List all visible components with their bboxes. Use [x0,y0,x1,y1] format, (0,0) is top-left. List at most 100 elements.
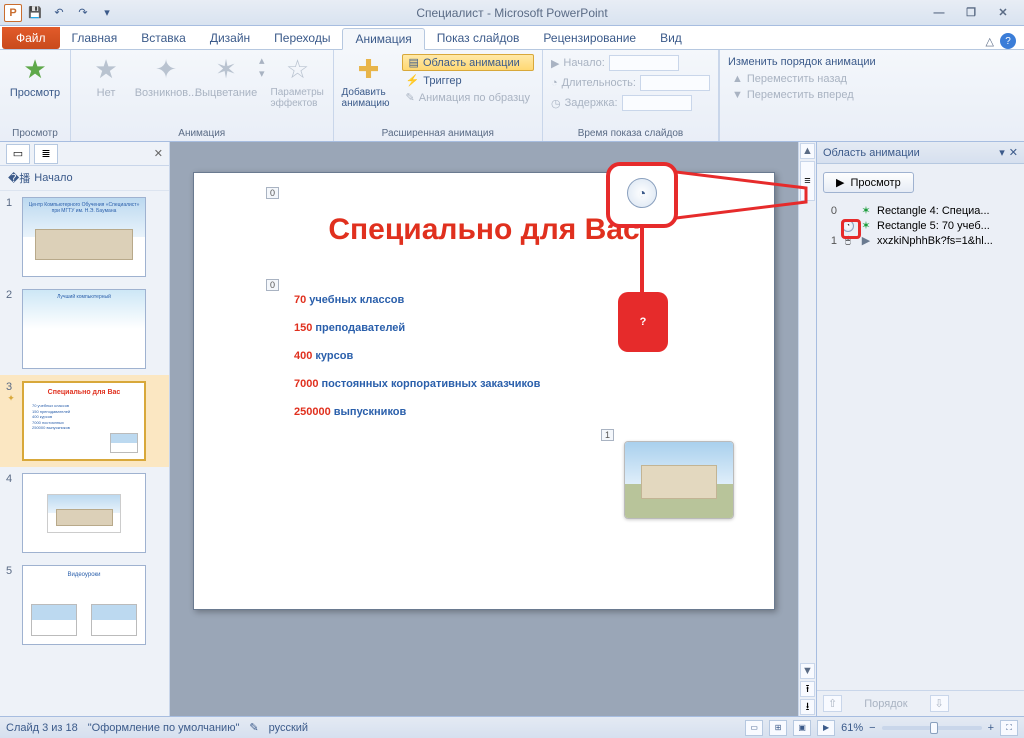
thumbnail-1[interactable]: 1 Центр Компьютерного Обучения «Специали… [0,191,169,283]
pane-dropdown-icon[interactable]: ▾ [999,146,1005,159]
scroll-down[interactable]: ▼ [800,663,815,679]
group-animation: ★Нет ✦Возникнов... ✶Выцветание ▴▾ ☆Парам… [71,50,334,141]
zoom-level: 61% [841,722,863,734]
qat-dropdown[interactable]: ▾ [96,2,118,24]
save-button[interactable]: 💾 [24,2,46,24]
anim-appear[interactable]: ✦Возникнов... [139,54,193,99]
normal-view-button[interactable]: ▭ [745,720,763,736]
group-timing: ▶Начало: ◔Длительность: ◷Задержка: Время… [543,50,719,141]
animation-pane-button[interactable]: ▤Область анимации [402,54,534,71]
vertical-scrollbar[interactable]: ▲ ≡ ▼ ⭱ ⭳ [798,142,816,716]
status-language[interactable]: русский [269,722,308,734]
preview-button[interactable]: ★ Просмотр [8,54,62,99]
zoom-out-button[interactable]: − [869,722,875,734]
tab-insert[interactable]: Вставка [129,27,198,49]
sorter-view-button[interactable]: ⊞ [769,720,787,736]
media-icon: ▶ [862,234,870,247]
group-label: Просмотр [8,126,62,139]
move-forward[interactable]: ▼ Переместить вперед [728,88,876,102]
play-icon: ▶ [836,176,844,189]
anim-order-tag[interactable]: 1 [601,429,614,441]
slides-tab-icon[interactable]: ▭ [6,144,30,164]
thumbnail-list[interactable]: 1 Центр Компьютерного Обучения «Специали… [0,191,169,716]
outline-tabs: ▭ ≣ ✕ [0,142,169,166]
slide-body: 70 учебных классов 150 преподавателей 40… [294,287,774,421]
ribbon-minimize-icon[interactable]: △ [986,35,994,48]
pane-icon: ▤ [409,56,419,69]
undo-button[interactable]: ↶ [48,2,70,24]
outline-tab-icon[interactable]: ≣ [34,144,58,164]
redo-button[interactable]: ↷ [72,2,94,24]
zoom-slider[interactable] [882,726,982,730]
file-tab[interactable]: Файл [2,27,60,49]
section-header[interactable]: �播 Начало [0,166,169,191]
animation-pane-body: ▶ Просмотр 0 ✶ Rectangle 4: Специа... ◔ … [817,164,1024,690]
animation-pane-footer: ⇧ Порядок ⇩ [817,690,1024,716]
quick-access-toolbar: P 💾 ↶ ↷ ▾ [0,2,118,24]
reorder-down[interactable]: ⇩ [930,695,949,712]
reading-view-button[interactable]: ▣ [793,720,811,736]
anim-fade[interactable]: ✶Выцветание [199,54,253,99]
fit-window-button[interactable]: ⛶ [1000,720,1018,736]
star-icon: ★ [94,54,117,85]
animation-badge-icon: ✦ [7,393,15,404]
main-area: ▭ ≣ ✕ �播 Начало 1 Центр Компьютерного Об… [0,142,1024,716]
group-advanced-animation: ✚Добавить анимацию ▤Область анимации ⚡Тр… [334,50,543,141]
effect-options[interactable]: ☆Параметры эффектов [271,54,325,109]
animation-item-0[interactable]: 0 ✶ Rectangle 4: Специа... [823,203,1018,218]
slideshow-view-button[interactable]: ▶ [817,720,835,736]
minimize-button[interactable]: — [926,5,952,21]
slide[interactable]: 0 Специально для Вас 0 70 учебных классо… [193,172,775,610]
thumbnail-2[interactable]: 2 Лучший компьютерный [0,283,169,375]
group-label: Расширенная анимация [342,126,534,139]
duration-input[interactable] [640,75,710,91]
thumbnail-5[interactable]: 5 Видеоуроки [0,559,169,651]
anim-order-tag[interactable]: 0 [266,279,279,291]
trigger-button[interactable]: ⚡Триггер [402,73,534,88]
tab-design[interactable]: Дизайн [198,27,262,49]
reorder-up[interactable]: ⇧ [823,695,842,712]
slide-image[interactable] [624,441,734,519]
animation-pane: Область анимации ▾✕ ▶ Просмотр 0 ✶ Recta… [816,142,1024,716]
thumbnail-4[interactable]: 4 [0,467,169,559]
next-slide[interactable]: ⭳ [800,699,815,715]
close-button[interactable]: ✕ [990,5,1016,21]
group-reorder: Изменить порядок анимации ▲ Переместить … [719,50,1024,141]
tab-slideshow[interactable]: Показ слайдов [425,27,532,49]
play-icon: ▶ [551,57,559,70]
prev-slide[interactable]: ⭱ [800,681,815,697]
restore-button[interactable]: ❐ [958,5,984,21]
start-label: Начало: [563,57,604,69]
start-input[interactable] [609,55,679,71]
gallery-more[interactable]: ▴▾ [259,54,265,80]
scroll-up[interactable]: ▲ [800,143,815,159]
zoom-in-button[interactable]: + [988,722,994,734]
scroll-thumb[interactable]: ≡ [800,161,815,201]
tab-home[interactable]: Главная [60,27,130,49]
group-label: Время показа слайдов [551,126,710,139]
animation-painter[interactable]: ✎Анимация по образцу [402,90,534,105]
tab-review[interactable]: Рецензирование [531,27,648,49]
add-animation[interactable]: ✚Добавить анимацию [342,54,396,109]
anim-none[interactable]: ★Нет [79,54,133,99]
move-back[interactable]: ▲ Переместить назад [728,72,876,86]
delay-label: Задержка: [565,97,618,109]
entrance-icon: ✶ [861,219,870,232]
pane-close-icon[interactable]: ✕ [1009,146,1018,159]
powerpoint-icon: P [4,4,22,22]
play-animation-button[interactable]: ▶ Просмотр [823,172,914,193]
preview-icon: ★ [23,54,46,85]
thumbnail-3[interactable]: 3 ✦ Специально для Вас 70 учебных классо… [0,375,169,467]
tab-animation[interactable]: Анимация [342,28,424,50]
ribbon-tabs: Файл Главная Вставка Дизайн Переходы Ани… [0,26,1024,50]
spellcheck-icon[interactable]: ✎ [249,721,258,734]
tab-transitions[interactable]: Переходы [262,27,342,49]
canvas-scroll[interactable]: 0 Специально для Вас 0 70 учебных классо… [170,142,798,716]
add-anim-icon: ✚ [358,54,380,85]
anim-order-tag[interactable]: 0 [266,187,279,199]
help-icon[interactable]: ? [1000,33,1016,49]
tab-view[interactable]: Вид [648,27,694,49]
pane-close-icon[interactable]: ✕ [154,147,169,160]
delay-icon: ◷ [551,97,561,110]
delay-input[interactable] [622,95,692,111]
